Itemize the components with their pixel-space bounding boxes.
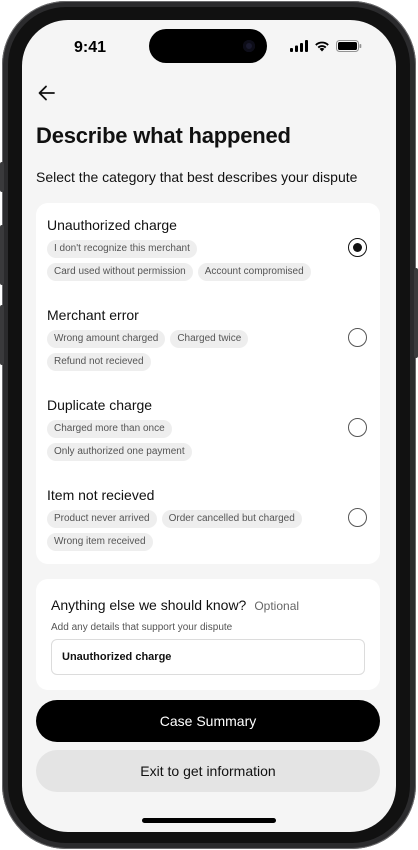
option-title: Unauthorized charge (47, 217, 177, 233)
radio-selected[interactable] (348, 238, 367, 257)
option-chips: Wrong amount charged Charged twice Refun… (47, 330, 337, 371)
chip: I don't recognize this merchant (47, 240, 197, 258)
details-title-text: Anything else we should know? (51, 597, 247, 613)
chip: Charged twice (170, 330, 249, 348)
radio-unselected[interactable] (348, 418, 367, 437)
camera-icon (243, 40, 255, 52)
status-time: 9:41 (74, 39, 107, 56)
option-merchant-error[interactable]: Merchant error Wrong amount charged Char… (36, 293, 380, 383)
chip: Refund not recieved (47, 353, 151, 371)
chip: Wrong item received (47, 533, 153, 551)
radio-unselected[interactable] (348, 328, 367, 347)
power-button (414, 268, 418, 358)
category-list: Unauthorized charge I don't recognize th… (36, 203, 380, 564)
exit-button[interactable]: Exit to get information (36, 750, 380, 792)
chip: Product never arrived (47, 510, 157, 528)
optional-label: Optional (254, 599, 300, 613)
details-title: Anything else we should know? Optional (51, 597, 299, 613)
option-title: Duplicate charge (47, 397, 153, 413)
home-indicator (142, 818, 276, 823)
option-title: Merchant error (47, 307, 139, 323)
status-icons (290, 40, 362, 52)
arrow-left-icon (38, 85, 55, 101)
cellular-signal-icon (290, 40, 308, 52)
option-unauthorized-charge[interactable]: Unauthorized charge I don't recognize th… (36, 203, 380, 293)
mute-switch (0, 162, 4, 192)
details-input[interactable] (51, 639, 365, 675)
phone-screen: 9:41 Describe what happened Select the c… (22, 20, 396, 832)
radio-unselected[interactable] (348, 508, 367, 527)
option-chips: I don't recognize this merchant Card use… (47, 240, 337, 281)
battery-icon (336, 40, 362, 52)
chip: Wrong amount charged (47, 330, 166, 348)
option-item-not-received[interactable]: Item not recieved Product never arrived … (36, 473, 380, 563)
chip: Only authorized one payment (47, 443, 192, 461)
wifi-icon (315, 41, 329, 52)
volume-up-button (0, 225, 4, 285)
volume-down-button (0, 305, 4, 365)
page-subtitle: Select the category that best describes … (36, 169, 358, 185)
option-duplicate-charge[interactable]: Duplicate charge Charged more than once … (36, 383, 380, 473)
chip: Card used without permission (47, 263, 193, 281)
page-title: Describe what happened (36, 123, 291, 148)
back-button[interactable] (36, 82, 58, 104)
additional-details-card: Anything else we should know? Optional Ad… (36, 579, 380, 690)
dynamic-island (149, 29, 267, 63)
option-title: Item not recieved (47, 487, 155, 503)
option-chips: Product never arrived Order cancelled bu… (47, 510, 337, 551)
chip: Account compromised (197, 263, 311, 281)
chip: Order cancelled but charged (161, 510, 302, 528)
option-chips: Charged more than once Only authorized o… (47, 420, 247, 461)
details-help-text: Add any details that support your disput… (51, 622, 233, 633)
case-summary-button[interactable]: Case Summary (36, 700, 380, 742)
chip: Charged more than once (47, 420, 172, 438)
